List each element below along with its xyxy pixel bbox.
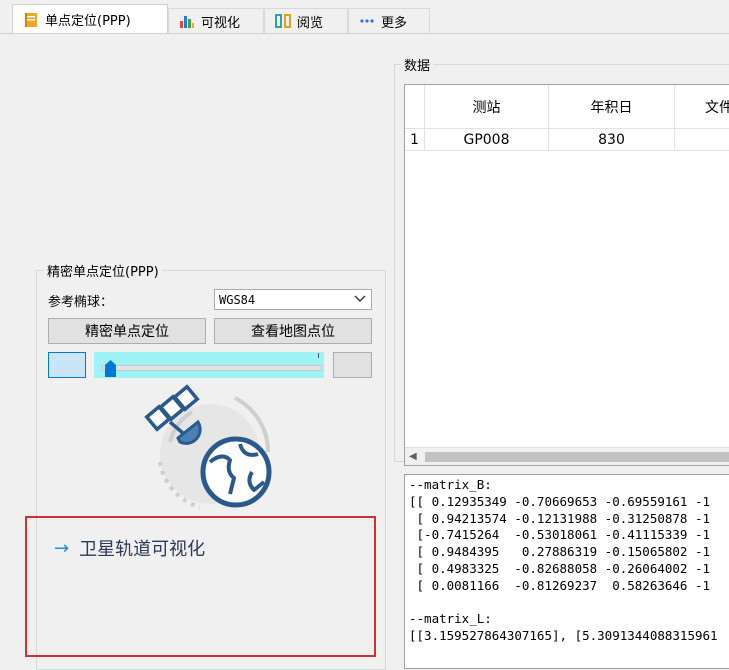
horizontal-scrollbar[interactable]: ◀ [405,447,729,465]
satellite-orbit-link-label: 卫星轨道可视化 [79,539,206,560]
table-cell[interactable]: 830 [549,129,675,151]
ellipsoid-select[interactable]: WGS84 [214,289,372,310]
arrow-right-icon: → [54,537,70,559]
more-dots-icon [359,13,375,29]
tab-label: 单点定位(PPP) [45,14,131,29]
ppp-button[interactable]: 精密单点定位 [48,318,206,344]
satellite-orbit-link[interactable]: → 卫星轨道可视化 [54,535,205,561]
bar-chart-icon [179,13,195,29]
console-line: --matrix_B: [409,477,492,492]
tab-reading[interactable]: 阅览 [264,8,348,33]
column-header[interactable]: 文件 [675,85,729,129]
column-header[interactable]: 年积日 [549,85,675,129]
tab-more[interactable]: 更多 [348,8,430,33]
console-line: [ 0.9484395 0.27886319 -0.15065802 -1 [409,544,711,560]
tab-visualization[interactable]: 可视化 [168,8,264,33]
tab-label: 阅览 [297,15,324,31]
chevron-down-icon [354,292,366,309]
console-line: [ 0.94213574 -0.12131988 -0.31250878 -1 [409,510,711,526]
tab-divider [0,33,729,34]
view-map-button[interactable]: 查看地图点位 [214,318,372,344]
tab-label: 可视化 [201,15,241,31]
console-line: [-0.7415264 -0.53018061 -0.41115339 -1 [409,527,711,543]
satellite-globe-icon [140,382,280,522]
scrollbar-thumb[interactable] [425,452,729,462]
data-table[interactable]: 测站 年积日 文件 1 GP008 830 ◀ [404,84,729,466]
console-output[interactable]: --matrix_B:[[ 0.12935349 -0.70669653 -0.… [404,474,729,669]
console-line: [[ 0.12935349 -0.70669653 -0.69559161 -1 [409,493,711,509]
table-cell[interactable]: GP008 [425,129,549,151]
console-line: --matrix_L: [409,611,492,627]
console-line: [ 0.4983325 -0.82688058 -0.26064002 -1 [409,560,711,576]
tab-ppp[interactable]: 单点定位(PPP) [12,4,168,34]
column-header[interactable]: 测站 [425,85,549,129]
slider-track [102,365,322,371]
console-line: [[3.159527864307165], [5.309134408831596… [409,628,718,644]
notebook-icon [23,12,39,28]
data-group-title: 数据 [401,55,434,74]
row-header-corner [405,85,425,129]
console-line: [ 0.0081166 -0.81269237 0.58263646 -1 [409,577,711,593]
slider-tick [318,353,319,358]
ppp-group-title: 精密单点定位(PPP) [44,261,162,280]
progress-slider[interactable] [94,352,324,378]
reading-icon [275,13,291,29]
ellipsoid-label: 参考椭球： [48,295,114,310]
table-cell[interactable] [675,129,729,151]
ellipsoid-value: WGS84 [219,292,256,307]
scroll-left-icon[interactable]: ◀ [409,451,417,462]
color-swatch-button[interactable] [48,352,86,378]
row-index: 1 [405,129,425,151]
slider-thumb[interactable] [105,360,116,377]
tab-bar: 单点定位(PPP) 可视化 阅览 更多 [0,0,729,34]
side-button[interactable] [333,352,372,378]
tab-label: 更多 [381,15,408,31]
